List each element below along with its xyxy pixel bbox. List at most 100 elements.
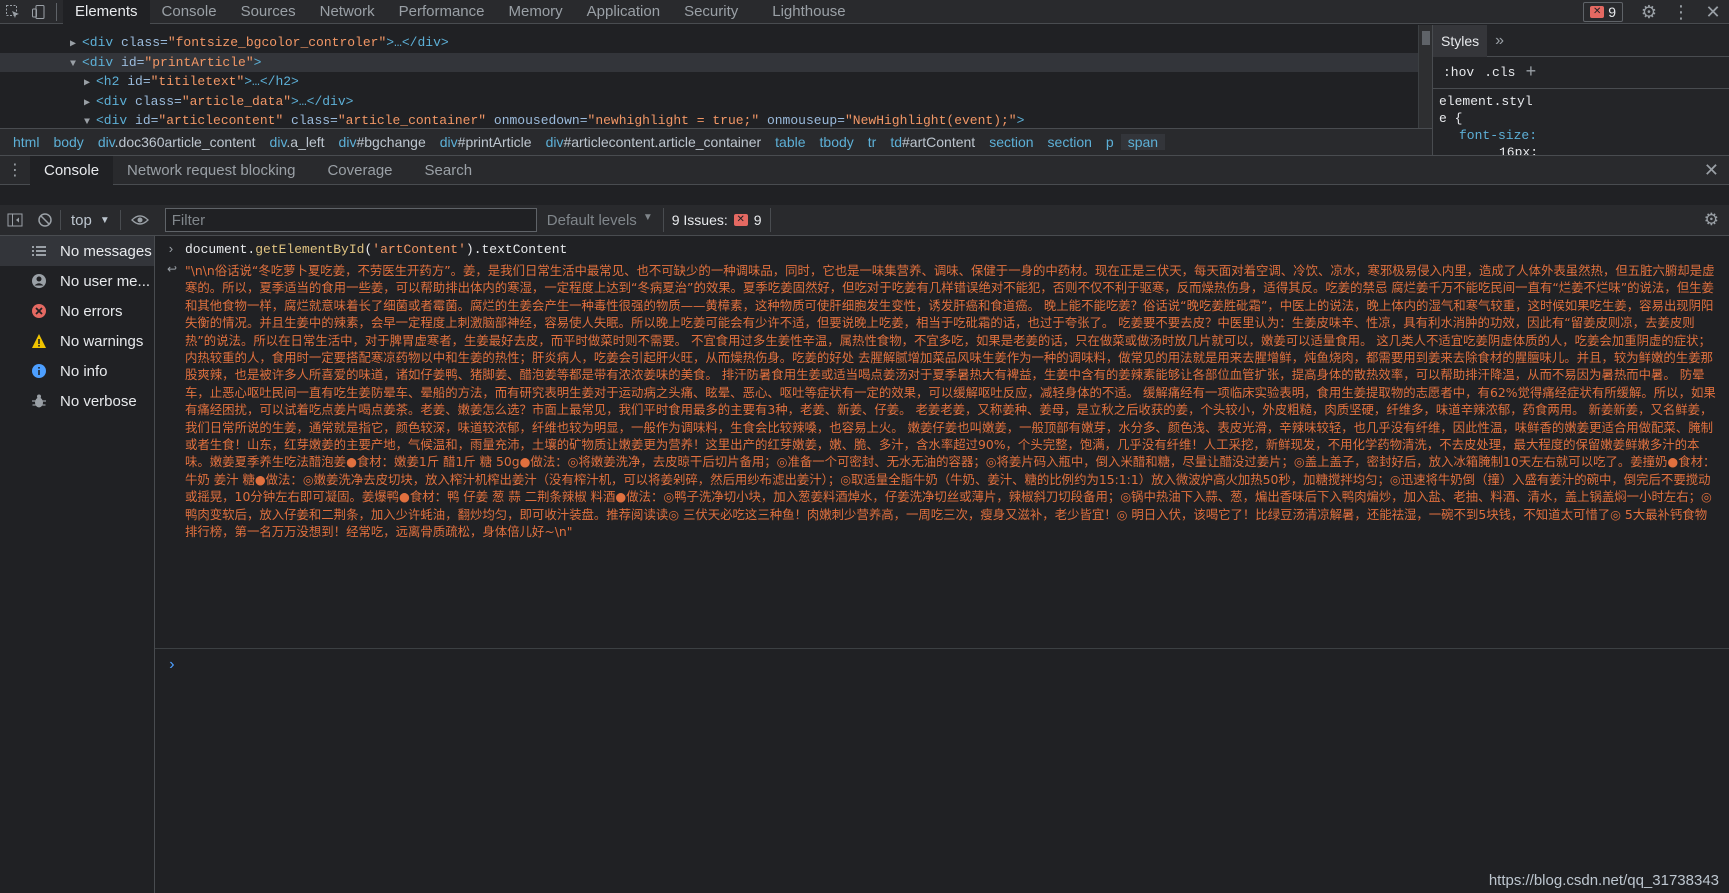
hover-state-toggle[interactable]: :hov bbox=[1443, 65, 1474, 80]
log-levels-label: Default levels bbox=[546, 211, 637, 229]
user-icon bbox=[30, 272, 48, 290]
collapse-triangle-icon[interactable]: ▼ bbox=[84, 113, 96, 128]
style-value[interactable]: 16px; bbox=[1439, 144, 1723, 155]
breadcrumb-item[interactable]: div#bgchange bbox=[332, 134, 433, 150]
console-toolbar: top ▼ Default levels ▼ 9 Issues: ✕ 9 ⚙ bbox=[0, 205, 1729, 236]
close-drawer-icon[interactable]: ✕ bbox=[1704, 160, 1719, 181]
warning-icon bbox=[30, 332, 48, 350]
dropdown-arrow-icon: ▼ bbox=[99, 214, 110, 226]
breadcrumb-item[interactable]: body bbox=[46, 134, 90, 150]
breadcrumb-item[interactable]: td#artContent bbox=[883, 134, 982, 150]
issues-button[interactable]: 9 Issues: ✕ 9 bbox=[662, 208, 771, 232]
dom-node-selected[interactable]: ▼ <div id="printArticle"> bbox=[0, 52, 1418, 72]
breadcrumb: html body div.doc360article_content div.… bbox=[0, 128, 1432, 155]
dom-node[interactable]: ▶ <div class="article_data">…</div> bbox=[0, 92, 1418, 112]
dom-node[interactable]: ▼ <div id="articlecontent" class="article… bbox=[0, 111, 1418, 128]
sidebar-item-user-messages[interactable]: No user me... bbox=[0, 266, 154, 296]
sidebar-item-label: No errors bbox=[60, 302, 123, 320]
drawer-tab-console[interactable]: Console bbox=[30, 155, 114, 185]
console-messages: › document.getElementById('artContent').t… bbox=[155, 236, 1729, 893]
issues-count: 9 bbox=[1608, 4, 1616, 20]
breadcrumb-item[interactable]: tbody bbox=[813, 134, 861, 150]
sidebar-item-label: No verbose bbox=[60, 392, 137, 410]
list-icon bbox=[30, 242, 48, 260]
class-toggle[interactable]: .cls bbox=[1484, 65, 1515, 80]
more-options-icon[interactable]: ⋮ bbox=[1665, 0, 1697, 24]
tab-lighthouse[interactable]: Lighthouse bbox=[760, 0, 857, 24]
tab-console[interactable]: Console bbox=[150, 0, 229, 24]
clear-console-icon[interactable] bbox=[30, 212, 60, 228]
live-expression-eye-icon[interactable] bbox=[125, 214, 155, 226]
dom-node[interactable] bbox=[0, 25, 1418, 33]
error-icon: ✕ bbox=[733, 214, 748, 226]
breadcrumb-item[interactable]: div#articlecontent.article_container bbox=[539, 134, 769, 150]
breadcrumb-item[interactable]: div.a_left bbox=[263, 134, 332, 150]
breadcrumb-item[interactable]: div#printArticle bbox=[433, 134, 539, 150]
breadcrumb-item[interactable]: tr bbox=[861, 134, 884, 150]
drawer-menu-icon[interactable]: ⋮ bbox=[0, 160, 30, 180]
devtools-top-tabbar: Elements Console Sources Network Perform… bbox=[0, 0, 1729, 24]
tab-styles[interactable]: Styles bbox=[1433, 25, 1488, 57]
sidebar-item-info[interactable]: No info bbox=[0, 356, 154, 386]
issues-count: 9 bbox=[753, 212, 762, 228]
drawer-tabbar: ⋮ Console Network request blocking Cover… bbox=[0, 155, 1729, 185]
breadcrumb-item[interactable]: div.doc360article_content bbox=[91, 134, 263, 150]
sidebar-item-warnings[interactable]: No warnings bbox=[0, 326, 154, 356]
sidebar-item-verbose[interactable]: No verbose bbox=[0, 386, 154, 416]
dom-scrollbar[interactable] bbox=[1418, 25, 1432, 128]
console-prompt[interactable]: › bbox=[167, 656, 177, 674]
drawer-tab-search[interactable]: Search bbox=[411, 156, 487, 185]
sidebar-item-label: No user me... bbox=[60, 272, 151, 290]
sidebar-item-messages[interactable]: No messages bbox=[0, 236, 154, 266]
watermark-url: https://blog.csdn.net/qq_31738343 bbox=[1488, 872, 1719, 889]
breadcrumb-item-current[interactable]: span bbox=[1120, 134, 1166, 150]
console-settings-gear-icon[interactable]: ⚙ bbox=[1704, 210, 1719, 230]
breadcrumb-item[interactable]: table bbox=[768, 134, 812, 150]
style-selector: e { bbox=[1439, 111, 1463, 126]
breadcrumb-item[interactable]: section bbox=[1041, 134, 1099, 150]
bug-icon bbox=[30, 392, 48, 410]
log-levels-dropdown[interactable]: Default levels ▼ bbox=[547, 212, 653, 229]
console-command[interactable]: › document.getElementById('artContent').t… bbox=[155, 242, 1729, 262]
elements-dom-tree: ▶ <div class="fontsize_bgcolor_controler"… bbox=[0, 25, 1418, 128]
scrollbar-thumb[interactable] bbox=[1422, 31, 1430, 45]
style-property[interactable]: font-size: bbox=[1439, 127, 1723, 144]
issues-counter[interactable]: ✕ 9 bbox=[1583, 2, 1623, 22]
dom-node[interactable]: ▶ <div class="fontsize_bgcolor_controler"… bbox=[0, 33, 1418, 53]
context-selector[interactable]: top ▼ bbox=[60, 210, 121, 230]
inspect-element-icon[interactable] bbox=[0, 0, 26, 24]
tab-elements[interactable]: Elements bbox=[63, 0, 150, 24]
dom-node[interactable]: ▶ <h2 id="titiletext">…</h2> bbox=[0, 72, 1418, 92]
tab-sources[interactable]: Sources bbox=[229, 0, 308, 24]
style-selector: element.styl bbox=[1439, 94, 1533, 109]
dropdown-arrow-icon: ▼ bbox=[642, 211, 653, 223]
filter-input[interactable] bbox=[164, 208, 537, 232]
output-arrow-icon: ↩ bbox=[167, 262, 178, 276]
sidebar-item-label: No messages bbox=[60, 242, 152, 260]
breadcrumb-item[interactable]: html bbox=[6, 134, 46, 150]
tab-memory[interactable]: Memory bbox=[497, 0, 575, 24]
tab-application[interactable]: Application bbox=[575, 0, 672, 24]
error-icon bbox=[30, 302, 48, 320]
sidebar-item-errors[interactable]: No errors bbox=[0, 296, 154, 326]
show-sidebar-icon[interactable] bbox=[0, 213, 30, 227]
tab-security[interactable]: Security bbox=[672, 0, 750, 24]
sidebar-item-label: No info bbox=[60, 362, 108, 380]
styles-panel: Styles » :hov .cls + element.styl e { fo… bbox=[1432, 25, 1729, 155]
issues-label: 9 Issues: bbox=[671, 212, 728, 228]
add-rule-plus-icon[interactable]: + bbox=[1525, 63, 1536, 83]
drawer-tab-coverage[interactable]: Coverage bbox=[313, 156, 406, 185]
breadcrumb-item[interactable]: section bbox=[982, 134, 1040, 150]
more-tabs-chevron-icon[interactable]: » bbox=[1495, 32, 1504, 50]
message-divider bbox=[155, 648, 1729, 649]
settings-gear-icon[interactable]: ⚙ bbox=[1633, 0, 1665, 24]
drawer-tab-network-request-blocking[interactable]: Network request blocking bbox=[113, 156, 309, 185]
error-icon: ✕ bbox=[1590, 6, 1605, 18]
tab-network[interactable]: Network bbox=[308, 0, 387, 24]
breadcrumb-item[interactable]: p bbox=[1099, 134, 1121, 150]
tab-performance[interactable]: Performance bbox=[387, 0, 497, 24]
close-devtools-icon[interactable]: ✕ bbox=[1697, 0, 1729, 24]
device-toolbar-icon[interactable] bbox=[26, 0, 52, 24]
console-output-string[interactable]: "\n\n俗话说“冬吃萝卜夏吃姜，不劳医生开药方”。姜，是我们日常生活中最常见、… bbox=[185, 262, 1719, 646]
context-selector-value: top bbox=[71, 211, 92, 229]
